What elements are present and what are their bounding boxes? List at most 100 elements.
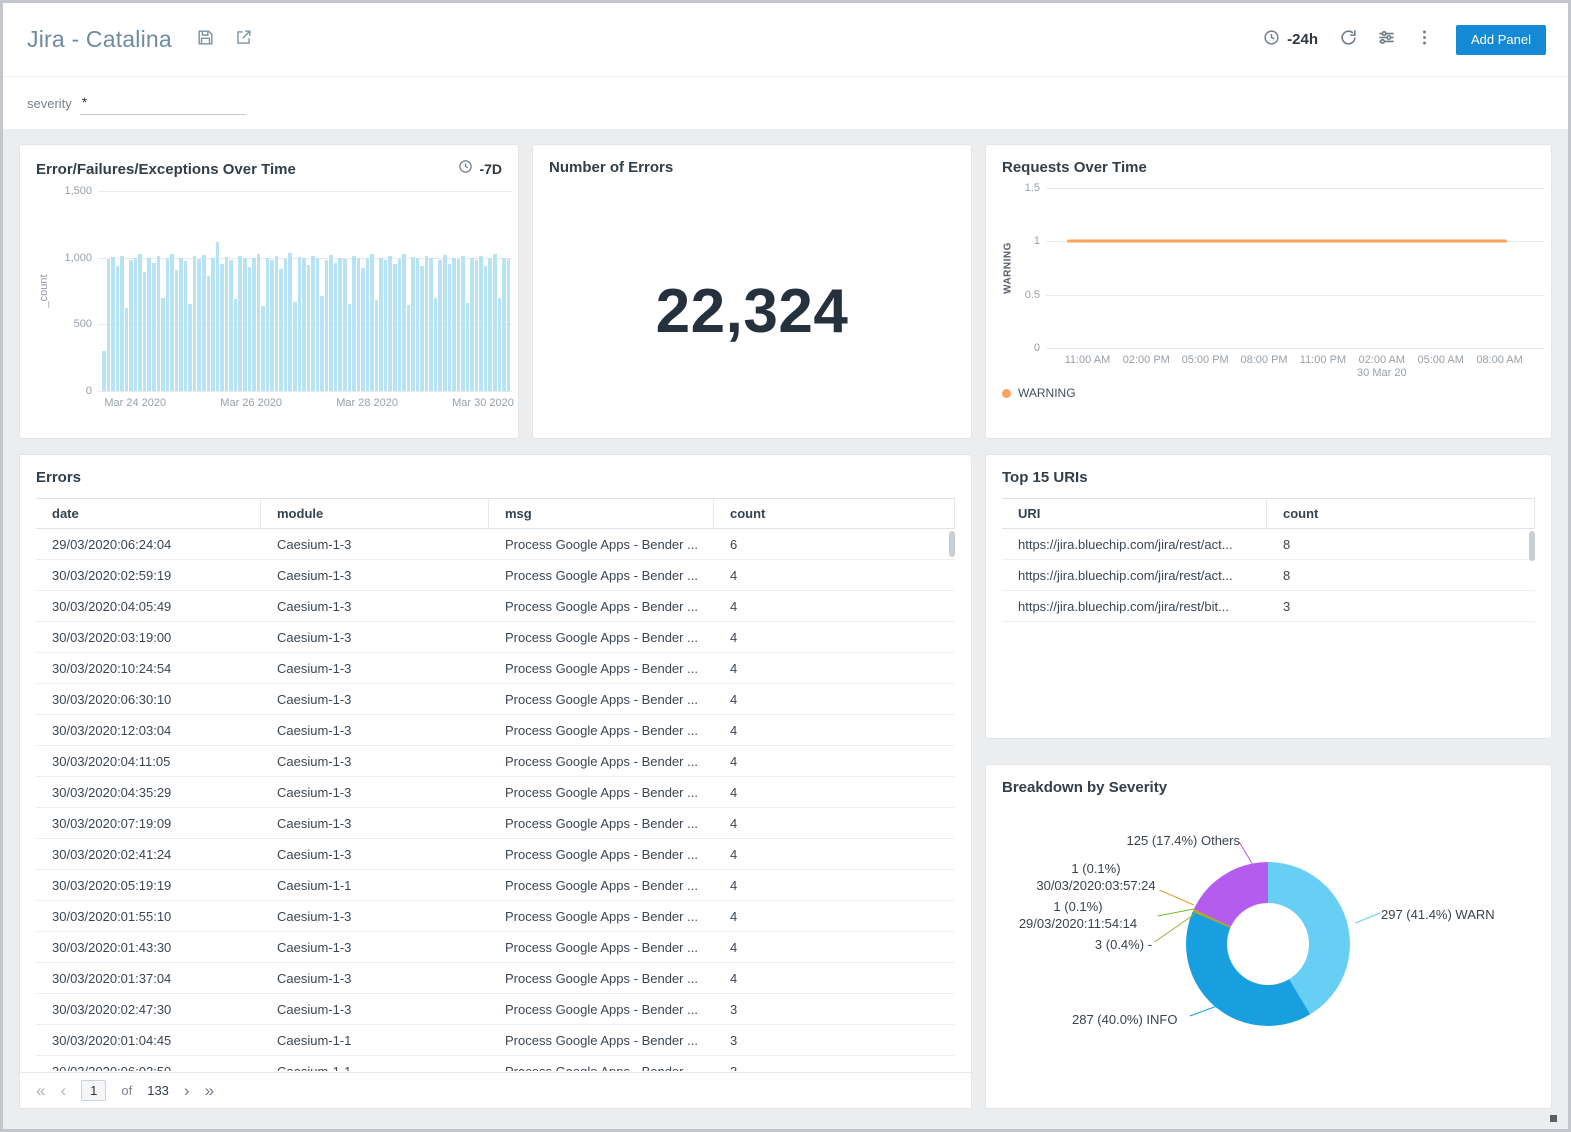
table-row[interactable]: 30/03/2020:01:55:10Caesium-1-3Process Go… [36,901,955,932]
add-panel-button[interactable]: Add Panel [1456,25,1546,55]
errors-over-time-chart[interactable]: _count 1,5001,0005000 Mar 24 2020Mar 26 … [20,187,518,421]
time-range-control[interactable]: -24h [1263,29,1318,51]
table-row[interactable]: 30/03/2020:05:19:19Caesium-1-1Process Go… [36,870,955,901]
save-button[interactable] [192,26,220,54]
cell-count: 4 [714,909,955,924]
bar [407,305,411,391]
bar [384,260,388,391]
cell-count: 4 [714,940,955,955]
panel-title: Requests Over Time [1002,159,1147,176]
donut-label-warn: 297 (41.4%) WARN [1381,906,1495,923]
bar [498,298,502,391]
cell-module: Caesium-1-1 [261,878,489,893]
panel-requests-over-time: Requests Over Time WARNING 1.510.50 [985,144,1552,439]
cell-count: 4 [714,816,955,831]
panel-errors-over-time: Error/Failures/Exceptions Over Time -7D … [19,144,519,439]
requests-line-plot[interactable] [1046,188,1545,348]
bar [257,254,261,391]
more-menu-button[interactable] [1410,26,1438,54]
table-scrollbar[interactable] [1529,531,1535,561]
errors-table-header: date module msg count [36,498,955,529]
bar [248,267,252,391]
severity-filter-input[interactable]: * [80,92,246,115]
table-row[interactable]: 30/03/2020:04:35:29Caesium-1-3Process Go… [36,777,955,808]
bar [284,259,288,391]
panel-time-range[interactable]: -7D [458,159,502,179]
errors-bar-plot[interactable] [98,191,512,391]
table-row[interactable]: https://jira.bluechip.com/jira/rest/bit.… [1002,591,1535,622]
table-row[interactable]: 30/03/2020:02:47:30Caesium-1-3Process Go… [36,994,955,1025]
table-row[interactable]: 30/03/2020:06:30:10Caesium-1-3Process Go… [36,684,955,715]
column-header-module[interactable]: module [261,499,489,528]
bar [398,259,402,391]
last-page-button[interactable]: » [205,1082,214,1099]
current-page-input[interactable]: 1 [81,1080,106,1101]
bar [293,302,297,391]
bar [252,258,256,391]
bar [143,272,147,391]
table-row[interactable]: 30/03/2020:01:43:30Caesium-1-3Process Go… [36,932,955,963]
table-row[interactable]: 30/03/2020:04:05:49Caesium-1-3Process Go… [36,591,955,622]
column-header-date[interactable]: date [36,499,261,528]
prev-page-button[interactable]: ‹ [60,1082,66,1099]
cell-count: 4 [714,568,955,583]
requests-over-time-chart[interactable]: WARNING 1.510.50 30 Mar 20 [986,184,1551,382]
first-page-button[interactable]: « [36,1082,45,1099]
table-row[interactable]: 30/03/2020:07:19:09Caesium-1-3Process Go… [36,808,955,839]
axis-tick-label: 1,500 [64,185,92,197]
bar [320,296,324,391]
bar [479,256,483,391]
bar [166,258,170,391]
column-header-msg[interactable]: msg [489,499,714,528]
bar [316,258,320,391]
table-row[interactable]: https://jira.bluechip.com/jira/rest/act.… [1002,529,1535,560]
filter-settings-button[interactable] [1372,26,1400,54]
bar [107,259,111,391]
table-row[interactable]: 29/03/2020:06:24:04Caesium-1-3Process Go… [36,529,955,560]
column-header-count[interactable]: count [1267,499,1535,528]
bar [225,257,229,391]
chart-legend[interactable]: WARNING [986,386,1551,400]
bar [116,266,120,391]
errors-x-ticks: Mar 24 2020Mar 26 2020Mar 28 2020Mar 30 … [98,391,512,421]
cell-date: 30/03/2020:12:03:04 [36,723,261,738]
bar [138,254,142,391]
cell-msg: Process Google Apps - Bender ... [489,723,714,738]
column-header-uri[interactable]: URI [1002,499,1267,528]
cell-module: Caesium-1-3 [261,568,489,583]
table-row[interactable]: 30/03/2020:02:41:24Caesium-1-3Process Go… [36,839,955,870]
cell-uri: https://jira.bluechip.com/jira/rest/bit.… [1002,599,1267,614]
table-row[interactable]: 30/03/2020:02:59:19Caesium-1-3Process Go… [36,560,955,591]
axis-tick-label: 1.5 [1025,182,1040,194]
refresh-button[interactable] [1334,26,1362,54]
legend-label: WARNING [1018,386,1076,400]
table-row[interactable]: 30/03/2020:12:03:04Caesium-1-3Process Go… [36,715,955,746]
bar [370,254,374,391]
cell-module: Caesium-1-3 [261,847,489,862]
share-button[interactable] [230,26,258,54]
cell-date: 30/03/2020:05:19:19 [36,878,261,893]
cell-count: 4 [714,661,955,676]
table-row[interactable]: 30/03/2020:06:02:50Caesium-1-1Process Go… [36,1056,955,1071]
bar [125,308,129,391]
severity-donut[interactable] [1186,862,1350,1026]
cell-msg: Process Google Apps - Bender ... [489,909,714,924]
next-page-button[interactable]: › [184,1082,190,1099]
table-row[interactable]: 30/03/2020:04:11:05Caesium-1-3Process Go… [36,746,955,777]
bar [152,263,156,391]
gridline [1046,188,1545,189]
table-row[interactable]: 30/03/2020:03:19:00Caesium-1-3Process Go… [36,622,955,653]
bar [325,260,329,391]
table-row[interactable]: 30/03/2020:01:04:45Caesium-1-1Process Go… [36,1025,955,1056]
table-row[interactable]: https://jira.bluechip.com/jira/rest/act.… [1002,560,1535,591]
cell-module: Caesium-1-3 [261,537,489,552]
column-header-count[interactable]: count [714,499,955,528]
requests-x-ticks: 30 Mar 20 11:00 AM02:00 PM05:00 PM08:00 … [1046,348,1545,382]
table-row[interactable]: 30/03/2020:01:37:04Caesium-1-3Process Go… [36,963,955,994]
table-row[interactable]: 30/03/2020:10:24:54Caesium-1-3Process Go… [36,653,955,684]
bar [111,257,115,391]
bar [443,255,447,391]
bar [352,256,356,391]
table-scrollbar[interactable] [949,531,955,557]
error-count-value: 22,324 [533,276,971,347]
